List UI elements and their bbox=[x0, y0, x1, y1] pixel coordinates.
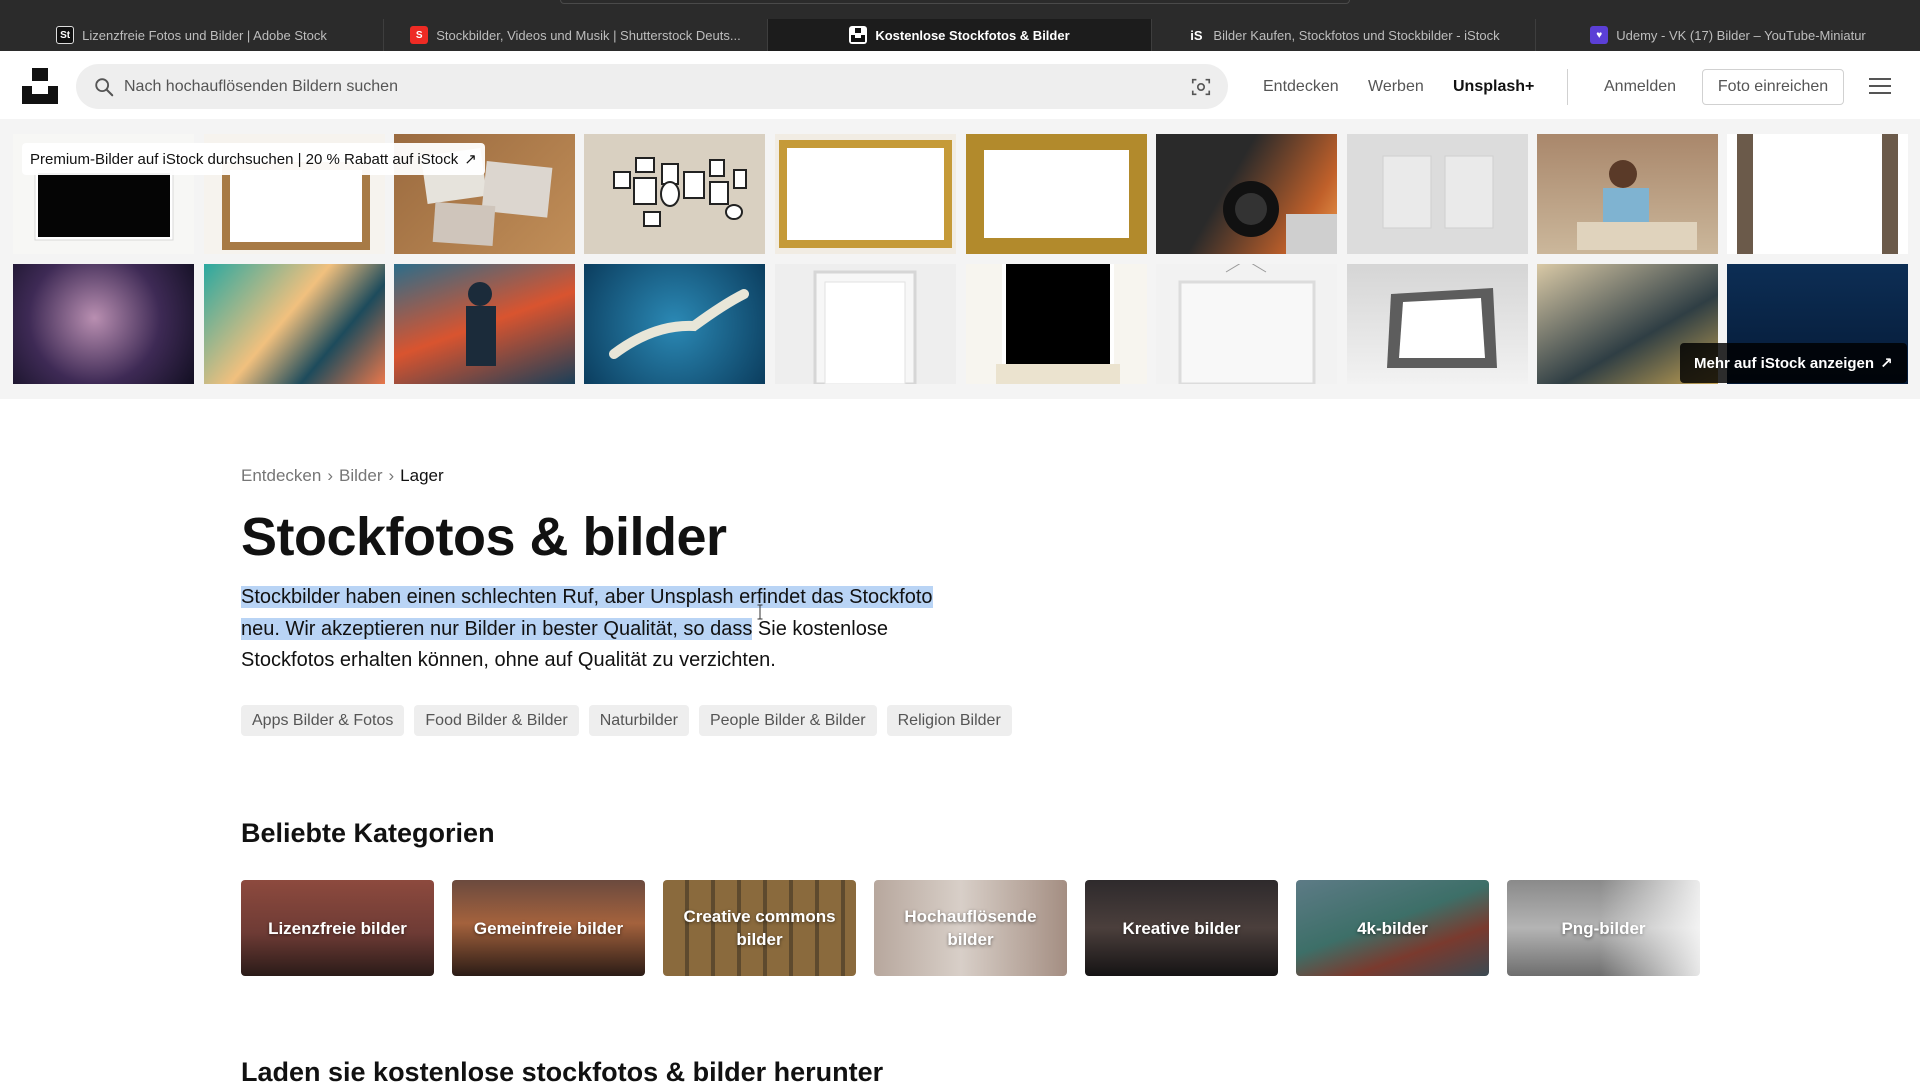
search-bar[interactable] bbox=[76, 64, 1228, 109]
tag-food[interactable]: Food Bilder & Bilder bbox=[414, 705, 579, 736]
browser-tab-strip: St Lizenzfreie Fotos und Bilder | Adobe … bbox=[0, 0, 1920, 51]
category-card-high-resolution[interactable]: Hochauflösende bilder bbox=[874, 880, 1067, 976]
tab-title: Stockbilder, Videos und Musik | Shutters… bbox=[436, 27, 741, 43]
window-top-edge bbox=[560, 0, 1350, 4]
istock-thumbnail[interactable] bbox=[13, 264, 194, 384]
breadcrumb-current: Lager bbox=[400, 466, 444, 485]
tag-nature[interactable]: Naturbilder bbox=[588, 705, 689, 736]
istock-thumbnail[interactable] bbox=[1347, 264, 1528, 384]
search-icon[interactable] bbox=[93, 76, 115, 98]
istock-thumbnail[interactable] bbox=[584, 134, 765, 254]
istock-thumbnail[interactable] bbox=[1347, 134, 1528, 254]
istock-thumbnail[interactable] bbox=[966, 134, 1147, 254]
tag-people[interactable]: People Bilder & Bilder bbox=[698, 705, 877, 736]
browser-tab-udemy[interactable]: ♥ Udemy - VK (17) Bilder – YouTube-Minia… bbox=[1536, 19, 1920, 51]
external-link-icon: ↗ bbox=[464, 151, 477, 168]
istock-thumbnail[interactable] bbox=[1156, 264, 1337, 384]
category-card-creative-commons[interactable]: Creative commons bilder bbox=[663, 880, 856, 976]
tab-title: Lizenzfreie Fotos und Bilder | Adobe Sto… bbox=[82, 27, 327, 43]
istock-thumbnail[interactable] bbox=[966, 264, 1147, 384]
category-card-public-domain[interactable]: Gemeinfreie bilder bbox=[452, 880, 645, 976]
browser-tab-unsplash[interactable]: Kostenlose Stockfotos & Bilder bbox=[768, 19, 1152, 51]
page-title: Stockfotos & bilder bbox=[241, 507, 727, 567]
header-divider bbox=[1567, 69, 1568, 105]
nav-unsplash-plus-link[interactable]: Unsplash+ bbox=[1453, 78, 1534, 96]
istock-promo-text: Premium-Bilder auf iStock durchsuchen | … bbox=[30, 150, 459, 168]
breadcrumb-item[interactable]: Bilder bbox=[339, 466, 382, 486]
browser-tab-shutterstock[interactable]: S Stockbilder, Videos und Musik | Shutte… bbox=[384, 19, 768, 51]
breadcrumb-separator-icon: › bbox=[327, 466, 334, 485]
nav-discover-link[interactable]: Entdecken bbox=[1263, 78, 1339, 96]
login-link[interactable]: Anmelden bbox=[1604, 78, 1676, 96]
category-card-4k[interactable]: 4k-bilder bbox=[1296, 880, 1489, 976]
adobe-stock-favicon-icon: St bbox=[56, 26, 75, 44]
download-section-title: Laden sie kostenlose stockfotos & bilder… bbox=[241, 1057, 884, 1087]
shutterstock-favicon-icon: S bbox=[410, 26, 429, 44]
istock-more-button[interactable]: Mehr auf iStock anzeigen ↗ bbox=[1680, 343, 1907, 383]
submit-photo-button[interactable]: Foto einreichen bbox=[1702, 69, 1844, 105]
search-input[interactable] bbox=[124, 64, 1154, 109]
browser-tab-istock[interactable]: iS Bilder Kaufen, Stockfotos und Stockbi… bbox=[1152, 19, 1536, 51]
istock-thumbnail[interactable] bbox=[775, 134, 956, 254]
category-card-royalty-free[interactable]: Lizenzfreie bilder bbox=[241, 880, 434, 976]
istock-thumbnail[interactable] bbox=[1537, 134, 1718, 254]
istock-thumbnail[interactable] bbox=[775, 264, 956, 384]
istock-thumbnail[interactable] bbox=[394, 264, 575, 384]
istock-thumbnail[interactable] bbox=[584, 264, 765, 384]
istock-promo-label[interactable]: Premium-Bilder auf iStock durchsuchen | … bbox=[22, 143, 485, 175]
carousel-fade-overlay bbox=[1600, 870, 1720, 986]
breadcrumb-separator-icon: › bbox=[388, 466, 395, 485]
breadcrumb: Entdecken › Bilder › Lager bbox=[241, 466, 444, 486]
istock-thumbnail[interactable] bbox=[1727, 134, 1908, 254]
istock-promo-strip: Premium-Bilder auf iStock durchsuchen | … bbox=[0, 119, 1920, 399]
istock-thumbnail[interactable] bbox=[1156, 134, 1337, 254]
istock-more-label: Mehr auf iStock anzeigen bbox=[1694, 354, 1875, 372]
tab-title: Udemy - VK (17) Bilder – YouTube-Miniatu… bbox=[1616, 27, 1866, 43]
unsplash-favicon-icon bbox=[849, 26, 868, 44]
page-description: Stockbilder haben einen schlechten Ruf, … bbox=[241, 582, 971, 677]
breadcrumb-item[interactable]: Entdecken bbox=[241, 466, 321, 486]
text-cursor-icon bbox=[757, 604, 763, 620]
browser-tab-adobe-stock[interactable]: St Lizenzfreie Fotos und Bilder | Adobe … bbox=[0, 19, 384, 51]
tag-apps[interactable]: Apps Bilder & Fotos bbox=[241, 705, 405, 736]
external-link-icon: ↗ bbox=[1880, 355, 1893, 372]
related-tags: Apps Bilder & Fotos Food Bilder & Bilder… bbox=[241, 705, 1012, 736]
tab-title: Kostenlose Stockfotos & Bilder bbox=[875, 27, 1070, 43]
nav-advertise-link[interactable]: Werben bbox=[1368, 78, 1424, 96]
unsplash-logo-icon[interactable] bbox=[22, 68, 58, 104]
site-header: Entdecken Werben Unsplash+ Anmelden Foto… bbox=[0, 51, 1920, 119]
category-card-creative[interactable]: Kreative bilder bbox=[1085, 880, 1278, 976]
tag-religion[interactable]: Religion Bilder bbox=[886, 705, 1012, 736]
popular-categories-title: Beliebte Kategorien bbox=[241, 818, 495, 848]
hamburger-menu-icon[interactable] bbox=[1869, 77, 1891, 95]
udemy-favicon-icon: ♥ bbox=[1590, 26, 1609, 44]
tab-title: Bilder Kaufen, Stockfotos und Stockbilde… bbox=[1213, 27, 1500, 43]
istock-thumbnail[interactable] bbox=[204, 264, 385, 384]
istock-favicon-icon: iS bbox=[1190, 27, 1203, 43]
visual-search-icon[interactable] bbox=[1190, 76, 1212, 98]
